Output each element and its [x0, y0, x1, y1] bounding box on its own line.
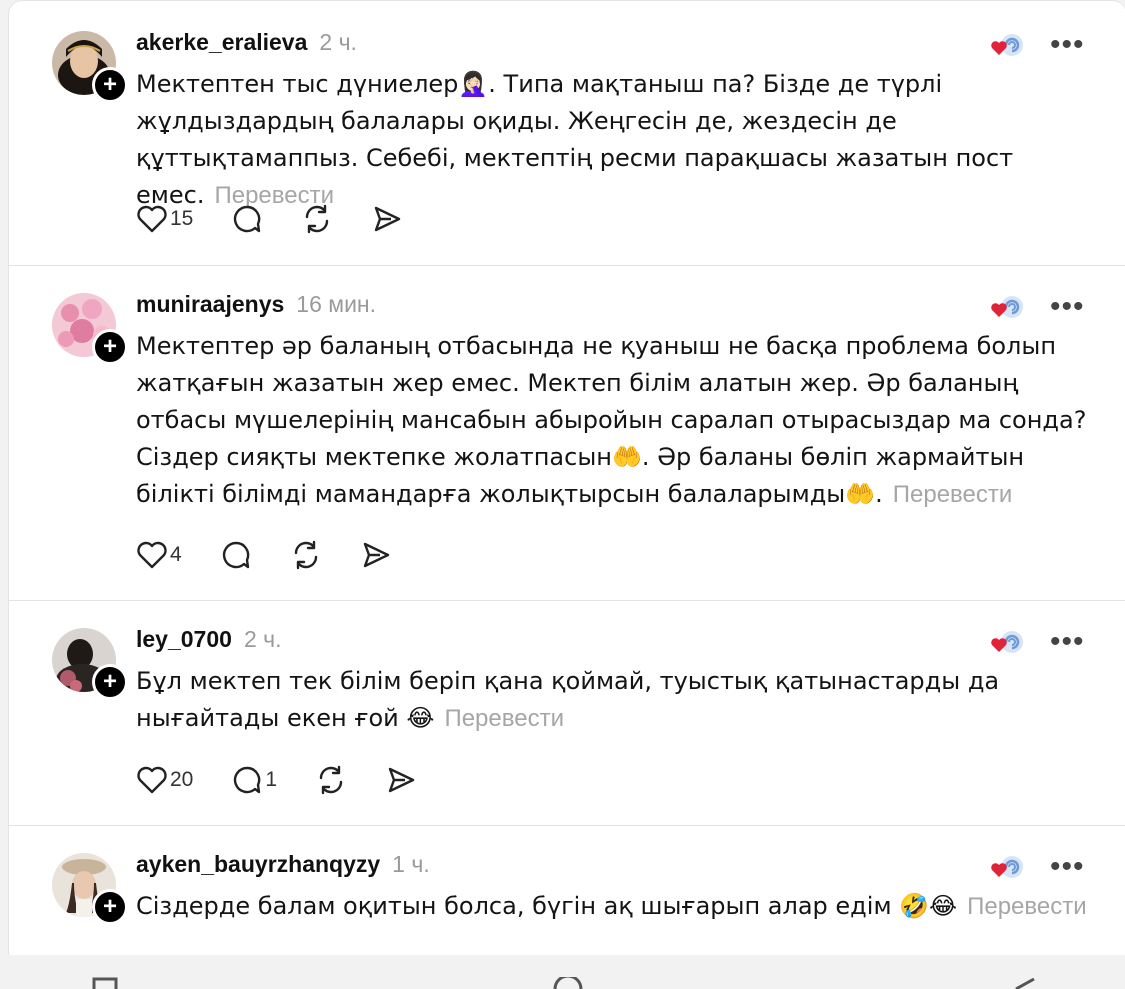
repost-button[interactable]	[301, 203, 333, 235]
like-button[interactable]: 20	[136, 765, 193, 795]
comment-text: Бұл мектеп тек білім беріп қана қоймай, …	[136, 667, 1000, 732]
heart-icon	[137, 766, 167, 794]
post-header: akerke_eralieva 2 ч.	[136, 25, 357, 59]
reply-count: 1	[265, 768, 278, 791]
comment-icon	[222, 541, 249, 569]
like-count: 15	[170, 207, 194, 230]
heart-icon	[137, 541, 167, 569]
send-icon	[363, 542, 389, 568]
comment-text: Мектептен тыс дүниелер🤦🏻‍♀️. Типа мақтан…	[136, 70, 1014, 209]
plus-icon[interactable]: +	[92, 329, 128, 365]
share-button[interactable]	[360, 539, 392, 571]
translate-link[interactable]: Перевести	[967, 893, 1087, 920]
comment-post: + ayken_bauyrzhanqyzy 1 ч. ••• Сіздерде …	[9, 825, 1125, 956]
send-icon	[388, 767, 415, 793]
username[interactable]: akerke_eralieva	[136, 29, 307, 56]
comment-post: + muniraajenys 16 мин. ••• Мектептер әр …	[9, 265, 1125, 601]
plus-icon[interactable]: +	[92, 664, 128, 700]
more-icon[interactable]: •••	[1050, 852, 1086, 891]
post-time: 16 мин.	[296, 290, 377, 317]
comment-post: + akerke_eralieva 2 ч. ••• Мектептен тыс…	[9, 1, 1125, 266]
comment-post: + ley_0700 2 ч. ••• Бұл мектеп тек білім…	[9, 600, 1125, 826]
comment-icon	[234, 766, 261, 794]
post-time: 2 ч.	[319, 28, 357, 55]
more-icon[interactable]: •••	[1050, 627, 1086, 666]
post-header: ayken_bauyrzhanqyzy 1 ч.	[136, 847, 430, 881]
reply-button[interactable]	[220, 539, 252, 571]
repost-icon	[306, 204, 329, 234]
post-header: muniraajenys 16 мин.	[136, 287, 376, 321]
avatar[interactable]: +	[52, 293, 128, 365]
plus-icon[interactable]: +	[92, 67, 128, 103]
avatar[interactable]: +	[52, 853, 128, 925]
verified-heart-icon	[984, 291, 1030, 325]
system-navigation-bar	[0, 955, 1125, 989]
verified-heart-icon	[984, 29, 1030, 63]
more-icon[interactable]: •••	[1050, 30, 1086, 69]
plus-icon[interactable]: +	[92, 889, 128, 925]
username[interactable]: ley_0700	[136, 626, 232, 653]
translate-link[interactable]: Перевести	[893, 481, 1013, 508]
heart-icon	[137, 205, 167, 233]
verified-heart-icon	[984, 626, 1030, 660]
post-time: 2 ч.	[243, 625, 282, 652]
comment-text: Мектептер әр баланың отбасында не қуаныш…	[136, 332, 1087, 508]
repost-button[interactable]	[315, 764, 347, 796]
verified-heart-icon	[984, 851, 1030, 885]
action-bar: 15	[136, 201, 441, 237]
like-count: 4	[170, 543, 182, 566]
share-button[interactable]	[385, 764, 417, 796]
avatar[interactable]: +	[52, 628, 128, 700]
comment-icon	[234, 205, 261, 233]
action-bar: 20 1	[136, 762, 455, 798]
post-time: 1 ч.	[392, 850, 430, 877]
comment-text: Сіздерде балам оқитын болса, бүгін ақ шы…	[136, 892, 1087, 920]
home-icon[interactable]	[552, 977, 584, 989]
share-button[interactable]	[371, 203, 403, 235]
like-button[interactable]: 4	[136, 540, 182, 570]
like-count: 20	[170, 768, 194, 791]
repost-icon	[319, 765, 343, 795]
reply-button[interactable]	[231, 203, 263, 235]
like-button[interactable]: 15	[136, 204, 193, 234]
avatar[interactable]: +	[52, 31, 128, 103]
more-icon[interactable]: •••	[1050, 292, 1086, 331]
back-icon[interactable]	[1010, 977, 1036, 989]
reply-button[interactable]: 1	[231, 764, 277, 796]
repost-button[interactable]	[290, 539, 322, 571]
repost-icon	[294, 540, 317, 570]
send-icon	[375, 206, 401, 232]
username[interactable]: ayken_bauyrzhanqyzy	[136, 851, 380, 878]
post-header: ley_0700 2 ч.	[136, 622, 282, 656]
action-bar: 4	[136, 537, 430, 573]
recent-apps-icon[interactable]	[92, 977, 118, 989]
translate-link[interactable]: Перевести	[444, 705, 564, 732]
comments-feed: + akerke_eralieva 2 ч. ••• Мектептен тыс…	[8, 0, 1125, 956]
username[interactable]: muniraajenys	[136, 291, 284, 318]
